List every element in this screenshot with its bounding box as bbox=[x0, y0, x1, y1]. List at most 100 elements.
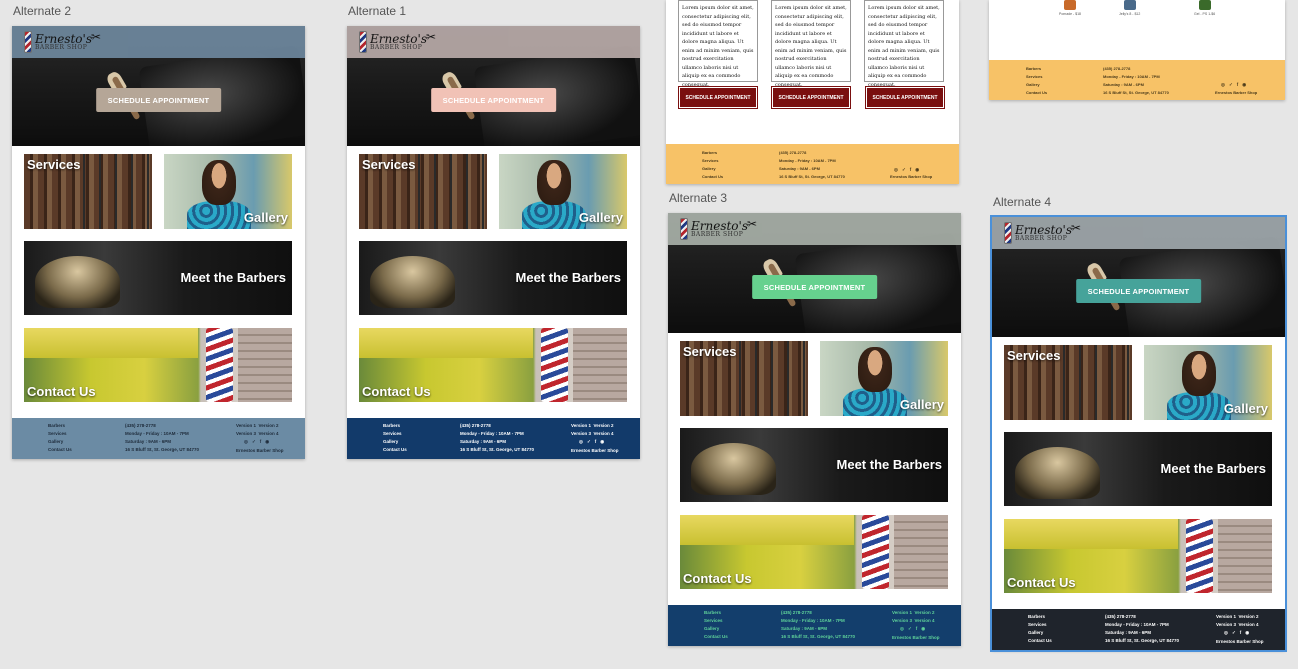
design-canvas[interactable]: Lorem ipsum dolor sit amet, consectetur … bbox=[0, 0, 1298, 669]
footer-link-version-2[interactable]: Version 2 bbox=[915, 610, 935, 615]
twitter-icon[interactable]: ✓ bbox=[1229, 82, 1233, 88]
barbers-tile[interactable]: Meet the Barbers bbox=[24, 241, 292, 315]
schedule-appointment-button[interactable]: SCHEDULE APPOINTMENT bbox=[95, 88, 222, 112]
logo[interactable]: Ernesto's BARBER SHOP ✂ bbox=[24, 30, 101, 53]
services-tile[interactable]: Services bbox=[24, 154, 152, 229]
services-tile[interactable]: Services bbox=[1004, 345, 1132, 420]
footer-link-barbers[interactable]: Barbers bbox=[383, 423, 407, 428]
twitter-icon[interactable]: ✓ bbox=[252, 439, 256, 445]
schedule-appointment-button[interactable]: SCHEDULE APPOINTMENT bbox=[1075, 279, 1202, 303]
product-1[interactable]: Pomade - $18 bbox=[1059, 0, 1081, 16]
footer-link-gallery[interactable]: Gallery bbox=[1028, 630, 1052, 635]
artboard-alternate-2[interactable]: Ernesto's BARBER SHOP ✂ SCHEDULE APPOINT… bbox=[12, 26, 305, 459]
footer-link-version-4[interactable]: Version 4 bbox=[1239, 622, 1259, 627]
footer-link-services[interactable]: Services bbox=[1026, 74, 1047, 79]
artboard-alternate-1[interactable]: Ernesto's BARBER SHOP ✂ SCHEDULE APPOINT… bbox=[347, 26, 640, 459]
footer-link-version-4[interactable]: Version 4 bbox=[594, 431, 614, 436]
footer-link-gallery[interactable]: Gallery bbox=[702, 166, 723, 171]
footer-link-version-2[interactable]: Version 2 bbox=[259, 423, 279, 428]
footer-link-version-4[interactable]: Version 4 bbox=[915, 618, 935, 623]
footer-link-version-3[interactable]: Version 3 bbox=[892, 618, 912, 623]
contact-tile[interactable]: Contact Us bbox=[359, 328, 627, 402]
contact-tile[interactable]: Contact Us bbox=[1004, 519, 1272, 593]
schedule-button-2[interactable]: SCHEDULE APPOINTMENT bbox=[772, 87, 850, 108]
pinterest-icon[interactable]: ◉ bbox=[1242, 82, 1246, 88]
footer-link-services[interactable]: Services bbox=[48, 431, 72, 436]
pinterest-icon[interactable]: ◉ bbox=[1245, 630, 1249, 636]
instagram-icon[interactable]: ◎ bbox=[900, 626, 904, 632]
gallery-tile[interactable]: Gallery bbox=[499, 154, 627, 229]
partial-artboard-cards[interactable]: Lorem ipsum dolor sit amet, consectetur … bbox=[666, 0, 959, 184]
barbers-tile[interactable]: Meet the Barbers bbox=[1004, 432, 1272, 506]
artboard-label-alt4[interactable]: Alternate 4 bbox=[993, 195, 1051, 209]
footer-link-version-4[interactable]: Version 4 bbox=[259, 431, 279, 436]
instagram-icon[interactable]: ◎ bbox=[1224, 630, 1228, 636]
twitter-icon[interactable]: ✓ bbox=[902, 167, 906, 173]
footer-link-contact[interactable]: Contact Us bbox=[704, 634, 728, 639]
footer-link-barbers[interactable]: Barbers bbox=[702, 150, 723, 155]
footer-link-contact[interactable]: Contact Us bbox=[1028, 638, 1052, 643]
twitter-icon[interactable]: ✓ bbox=[587, 439, 591, 445]
gallery-tile[interactable]: Gallery bbox=[820, 341, 948, 416]
schedule-button-3[interactable]: SCHEDULE APPOINTMENT bbox=[866, 87, 944, 108]
artboard-alternate-4[interactable]: Ernesto's BARBER SHOP ✂ SCHEDULE APPOINT… bbox=[990, 215, 1287, 652]
contact-tile[interactable]: Contact Us bbox=[680, 515, 948, 589]
footer-link-gallery[interactable]: Gallery bbox=[704, 626, 728, 631]
artboard-label-alt3[interactable]: Alternate 3 bbox=[669, 191, 727, 205]
footer-link-version-3[interactable]: Version 3 bbox=[571, 431, 591, 436]
product-2[interactable]: Jelly's 8 - $12 bbox=[1119, 0, 1140, 16]
artboard-label-alt2[interactable]: Alternate 2 bbox=[13, 4, 71, 18]
facebook-icon[interactable]: f bbox=[595, 439, 597, 445]
product-3[interactable]: Gel - PS 1-$6 bbox=[1194, 0, 1215, 16]
partial-artboard-products[interactable]: Pomade - $18 Jelly's 8 - $12 Gel - PS 1-… bbox=[989, 0, 1285, 100]
footer-link-version-2[interactable]: Version 2 bbox=[594, 423, 614, 428]
footer-link-barbers[interactable]: Barbers bbox=[704, 610, 728, 615]
footer-link-barbers[interactable]: Barbers bbox=[48, 423, 72, 428]
facebook-icon[interactable]: f bbox=[910, 167, 912, 173]
facebook-icon[interactable]: f bbox=[1237, 82, 1239, 88]
footer-link-barbers[interactable]: Barbers bbox=[1028, 614, 1052, 619]
instagram-icon[interactable]: ◎ bbox=[579, 439, 583, 445]
footer-link-services[interactable]: Services bbox=[383, 431, 407, 436]
footer-link-version-2[interactable]: Version 2 bbox=[1239, 614, 1259, 619]
footer-link-version-3[interactable]: Version 3 bbox=[236, 431, 256, 436]
instagram-icon[interactable]: ◎ bbox=[894, 167, 898, 173]
gallery-tile[interactable]: Gallery bbox=[1144, 345, 1272, 420]
footer-link-contact[interactable]: Contact Us bbox=[383, 447, 407, 452]
footer-link-barbers[interactable]: Barbers bbox=[1026, 66, 1047, 71]
schedule-appointment-button[interactable]: SCHEDULE APPOINTMENT bbox=[751, 275, 878, 299]
twitter-icon[interactable]: ✓ bbox=[908, 626, 912, 632]
instagram-icon[interactable]: ◎ bbox=[1221, 82, 1225, 88]
pinterest-icon[interactable]: ◉ bbox=[921, 626, 925, 632]
footer-link-gallery[interactable]: Gallery bbox=[1026, 82, 1047, 87]
barbers-tile[interactable]: Meet the Barbers bbox=[680, 428, 948, 502]
pinterest-icon[interactable]: ◉ bbox=[600, 439, 604, 445]
footer-link-gallery[interactable]: Gallery bbox=[383, 439, 407, 444]
pinterest-icon[interactable]: ◉ bbox=[915, 167, 919, 173]
footer-link-version-1[interactable]: Version 1 bbox=[571, 423, 591, 428]
gallery-tile[interactable]: Gallery bbox=[164, 154, 292, 229]
services-tile[interactable]: Services bbox=[680, 341, 808, 416]
facebook-icon[interactable]: f bbox=[260, 439, 262, 445]
services-tile[interactable]: Services bbox=[359, 154, 487, 229]
logo[interactable]: Ernesto's BARBER SHOP ✂ bbox=[1004, 221, 1081, 244]
artboard-label-alt1[interactable]: Alternate 1 bbox=[348, 4, 406, 18]
footer-link-contact[interactable]: Contact Us bbox=[702, 174, 723, 179]
logo[interactable]: Ernesto's BARBER SHOP ✂ bbox=[680, 217, 757, 240]
footer-link-version-1[interactable]: Version 1 bbox=[236, 423, 256, 428]
footer-link-contact[interactable]: Contact Us bbox=[48, 447, 72, 452]
logo[interactable]: Ernesto's BARBER SHOP ✂ bbox=[359, 30, 436, 53]
facebook-icon[interactable]: f bbox=[916, 626, 918, 632]
pinterest-icon[interactable]: ◉ bbox=[265, 439, 269, 445]
footer-link-version-1[interactable]: Version 1 bbox=[892, 610, 912, 615]
footer-link-version-3[interactable]: Version 3 bbox=[1216, 622, 1236, 627]
footer-link-services[interactable]: Services bbox=[1028, 622, 1052, 627]
footer-link-version-1[interactable]: Version 1 bbox=[1216, 614, 1236, 619]
instagram-icon[interactable]: ◎ bbox=[244, 439, 248, 445]
footer-link-services[interactable]: Services bbox=[702, 158, 723, 163]
footer-link-gallery[interactable]: Gallery bbox=[48, 439, 72, 444]
barbers-tile[interactable]: Meet the Barbers bbox=[359, 241, 627, 315]
artboard-alternate-3[interactable]: Ernesto's BARBER SHOP ✂ SCHEDULE APPOINT… bbox=[668, 213, 961, 646]
schedule-button-1[interactable]: SCHEDULE APPOINTMENT bbox=[679, 87, 757, 108]
schedule-appointment-button[interactable]: SCHEDULE APPOINTMENT bbox=[430, 88, 557, 112]
